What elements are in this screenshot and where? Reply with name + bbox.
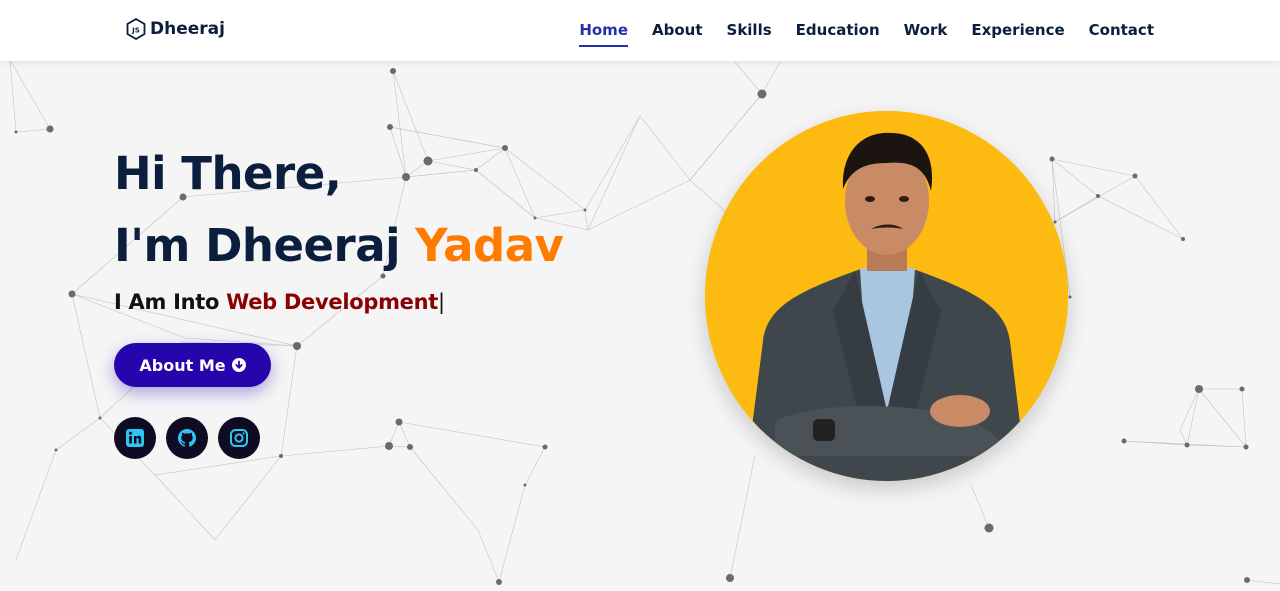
nav-skills[interactable]: Skills bbox=[727, 20, 772, 47]
main-nav: Home About Skills Education Work Experie… bbox=[579, 20, 1154, 47]
nav-education[interactable]: Education bbox=[796, 20, 880, 47]
hero-intro-text: I'm Dheeraj bbox=[114, 219, 416, 272]
nav-work[interactable]: Work bbox=[904, 20, 948, 47]
arrow-down-circle-icon bbox=[231, 358, 246, 372]
profile-photo bbox=[705, 111, 1068, 481]
github-link[interactable] bbox=[166, 417, 208, 459]
site-logo[interactable]: JS Dheeraj bbox=[126, 18, 225, 40]
tagline-prefix: I Am Into bbox=[114, 290, 227, 314]
about-me-label: About Me bbox=[139, 355, 226, 375]
hero-name-accent: Yadav bbox=[415, 219, 564, 272]
instagram-icon bbox=[230, 429, 248, 447]
github-icon bbox=[178, 429, 196, 447]
site-header: JS Dheeraj Home About Skills Education W… bbox=[0, 0, 1280, 61]
social-links bbox=[114, 417, 260, 459]
svg-text:JS: JS bbox=[131, 27, 140, 35]
hero-heading-block: Hi There, I'm Dheeraj Yadav bbox=[114, 138, 564, 282]
nav-contact[interactable]: Contact bbox=[1089, 20, 1154, 47]
hero-intro: I'm Dheeraj Yadav bbox=[114, 210, 564, 282]
hero-greeting: Hi There, bbox=[114, 147, 342, 200]
hero-tagline: I Am Into Web Development| bbox=[114, 290, 445, 314]
logo-text: Dheeraj bbox=[150, 19, 225, 39]
linkedin-icon bbox=[126, 429, 144, 447]
portrait-illustration bbox=[705, 111, 1068, 481]
about-me-button[interactable]: About Me bbox=[114, 343, 271, 387]
instagram-link[interactable] bbox=[218, 417, 260, 459]
nav-experience[interactable]: Experience bbox=[971, 20, 1064, 47]
typing-cursor: | bbox=[438, 290, 445, 314]
nodejs-hexagon-icon: JS bbox=[126, 18, 146, 40]
nav-home[interactable]: Home bbox=[579, 20, 628, 47]
nav-about[interactable]: About bbox=[652, 20, 703, 47]
linkedin-link[interactable] bbox=[114, 417, 156, 459]
tagline-typed-text: Web Development bbox=[226, 290, 439, 314]
